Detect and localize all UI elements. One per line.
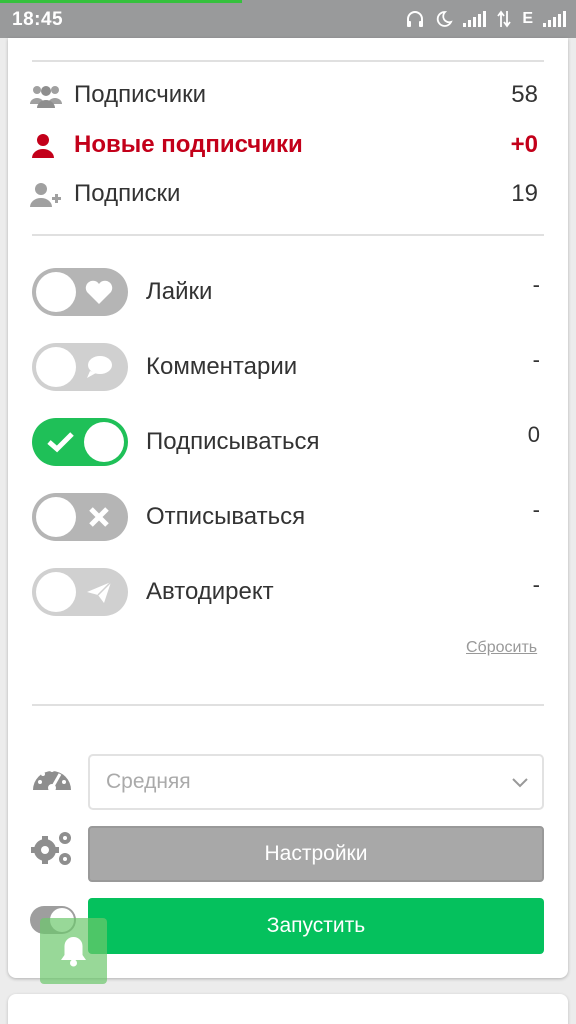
moon-icon <box>437 11 454 27</box>
settings-button[interactable]: Настройки <box>88 826 544 882</box>
status-icons: E <box>405 8 566 30</box>
x-icon <box>89 507 109 527</box>
signal-icon <box>543 11 566 27</box>
group-icon <box>30 86 62 108</box>
follow-value: 0 <box>527 422 540 447</box>
followers-label: Подписчики <box>74 81 207 108</box>
autodirect-label: Автодирект <box>146 578 274 605</box>
signal-icon <box>463 11 487 27</box>
speed-value: Средняя <box>106 770 191 793</box>
comment-icon <box>87 356 112 378</box>
stat-following: Подписки 19 <box>30 174 538 214</box>
gears-icon <box>31 832 71 865</box>
speed-select[interactable]: Средняя <box>88 754 544 810</box>
action-comments: Комментарии - <box>32 341 544 395</box>
toggle-knob <box>84 422 124 462</box>
stat-new-followers: Новые подписчики +0 <box>30 125 538 165</box>
page-load-progress <box>0 0 242 3</box>
notifications-button[interactable] <box>40 918 107 984</box>
toggle-knob <box>36 347 76 387</box>
follow-toggle[interactable] <box>32 418 128 466</box>
divider <box>32 60 544 62</box>
status-bar: 18:45 E <box>0 0 576 38</box>
user-icon <box>32 134 54 158</box>
following-count: 19 <box>511 180 538 207</box>
toggle-knob <box>36 572 76 612</box>
check-icon <box>47 432 74 453</box>
toggle-knob <box>36 272 76 312</box>
new-followers-label: Новые подписчики <box>74 131 303 158</box>
headphones-icon <box>407 11 424 27</box>
paper-plane-icon <box>87 581 112 603</box>
heart-icon <box>85 280 113 304</box>
likes-toggle[interactable] <box>32 268 128 316</box>
toggle-knob <box>36 497 76 537</box>
follow-label: Подписываться <box>146 428 320 455</box>
status-time: 18:45 <box>12 9 64 30</box>
following-label: Подписки <box>74 180 181 207</box>
unfollow-label: Отписываться <box>146 503 306 530</box>
action-autodirect: Автодирект - <box>32 566 544 620</box>
start-button[interactable]: Запустить <box>88 898 544 954</box>
autodirect-toggle[interactable] <box>32 568 128 616</box>
action-unfollow: Отписываться - <box>32 491 544 545</box>
data-arrows-icon <box>497 10 512 28</box>
speedometer-icon <box>33 768 71 792</box>
divider <box>32 234 544 236</box>
user-add-icon <box>30 183 61 207</box>
comments-toggle[interactable] <box>32 343 128 391</box>
action-likes: Лайки - <box>32 266 544 320</box>
action-follow: Подписываться 0 <box>32 416 544 470</box>
chevron-down-icon <box>512 778 528 788</box>
next-card <box>8 994 568 1024</box>
autodirect-value: - <box>532 572 540 597</box>
comments-value: - <box>532 347 540 372</box>
likes-value: - <box>532 272 540 297</box>
followers-count: 58 <box>511 81 538 108</box>
new-followers-count: +0 <box>510 131 538 158</box>
reset-link[interactable]: Сбросить <box>466 639 537 657</box>
likes-label: Лайки <box>146 278 213 305</box>
comments-label: Комментарии <box>146 353 298 380</box>
stat-followers: Подписчики 58 <box>30 75 538 115</box>
network-type: E <box>522 10 533 27</box>
unfollow-value: - <box>532 497 540 522</box>
main-card: Подписчики 58 Новые подписчики +0 Подпис… <box>8 38 568 978</box>
unfollow-toggle[interactable] <box>32 493 128 541</box>
divider <box>32 704 544 706</box>
bell-icon <box>61 937 86 967</box>
